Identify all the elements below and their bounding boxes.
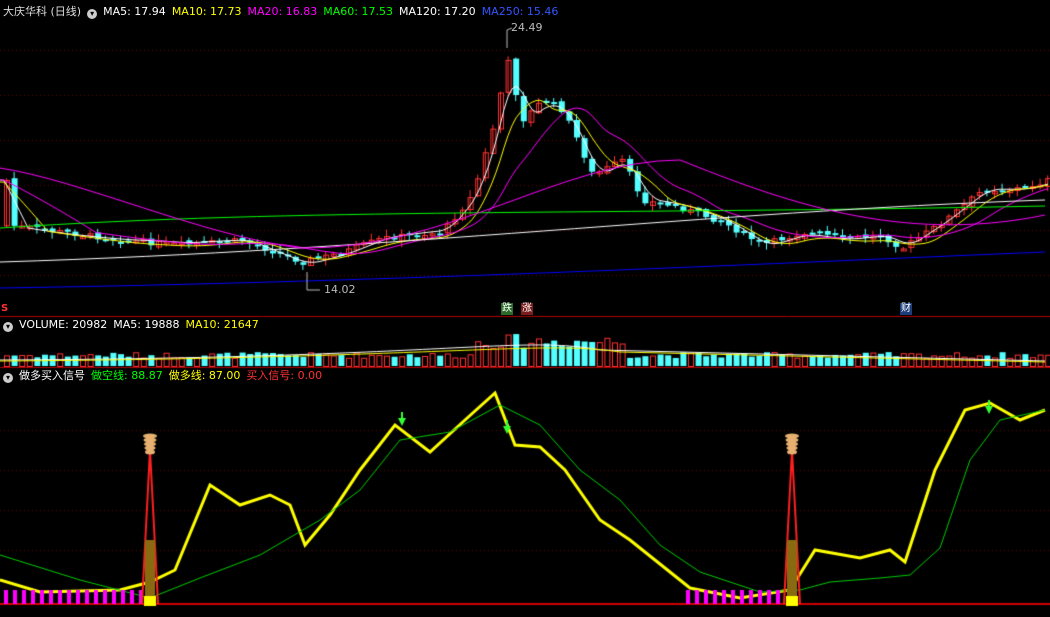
short-line-readout: 做空线: 88.87 — [91, 369, 163, 382]
volume-ma5-readout: MA5: 19888 — [113, 318, 180, 331]
indicator-panel-header: ▾ 做多买入信号 做空线: 88.87 做多线: 87.00 买入信号: 0.00 — [3, 368, 328, 384]
volume-panel-header: ▾ VOLUME: 20982 MA5: 19888 MA10: 21647 — [3, 317, 265, 333]
ma10-readout: MA10: 17.73 — [171, 5, 242, 18]
ma250-readout: MA250: 15.46 — [481, 5, 559, 18]
drop-tag[interactable]: 跌 — [501, 303, 513, 315]
low-price-label: 14.02 — [324, 283, 356, 296]
long-line-readout: 做多线: 87.00 — [168, 369, 241, 382]
price-panel-header: 大庆华科 (日线) ▾ MA5: 17.94 MA10: 17.73 MA20: 16.… — [3, 4, 564, 20]
high-price-label: 24.49 — [511, 21, 543, 34]
ma120-readout: MA120: 17.20 — [398, 5, 476, 18]
stock-title: 大庆华科 (日线) — [3, 5, 82, 18]
volume-ma10-readout: MA10: 21647 — [185, 318, 259, 331]
buy-signal-readout: 买入信号: 0.00 — [246, 369, 323, 382]
chevron-down-icon[interactable]: ▾ — [3, 322, 13, 332]
ma60-readout: MA60: 17.53 — [323, 5, 393, 18]
chevron-down-icon[interactable]: ▾ — [3, 373, 13, 383]
indicator-name: 做多买入信号 — [19, 369, 85, 382]
ma20-readout: MA20: 16.83 — [247, 5, 318, 18]
ma5-readout: MA5: 17.94 — [103, 5, 166, 18]
rise-tag[interactable]: 涨 — [521, 303, 533, 315]
chevron-down-icon[interactable]: ▾ — [87, 9, 98, 19]
signal-s-tag[interactable]: S — [0, 303, 9, 315]
finance-tag[interactable]: 财 — [900, 303, 912, 315]
volume-readout: VOLUME: 20982 — [19, 318, 108, 331]
